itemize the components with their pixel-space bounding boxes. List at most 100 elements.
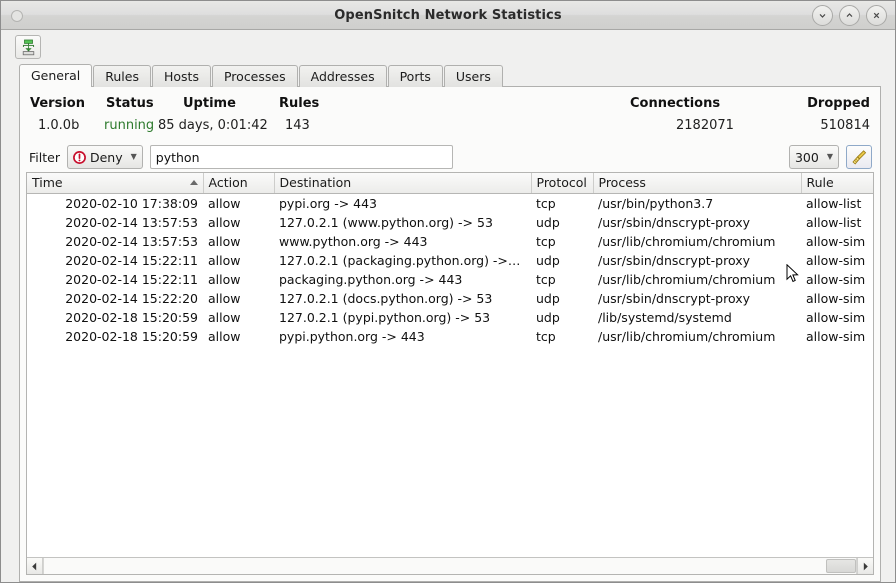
tab-rules[interactable]: Rules [93,65,151,87]
row-limit-select[interactable]: 300 ▼ [788,145,839,169]
dropped-value: 510814 [820,118,870,133]
tab-general[interactable]: General [19,64,93,87]
tab-hosts-label: Hosts [164,69,199,84]
cell-time: 2020-02-14 13:57:53 [65,233,198,249]
cell-action: allow [208,271,241,287]
tab-processes-label: Processes [223,69,286,84]
cell-action: allow [208,233,241,249]
cell-protocol: udp [536,290,560,306]
cell-protocol: udp [536,214,560,230]
rules-value: 143 [285,118,310,133]
cell-rule: allow-list [806,195,862,211]
cell-process: /usr/lib/chromium/chromium [598,328,776,344]
cell-action: allow [208,309,241,325]
cell-action: allow [208,290,241,306]
filter-bar: Filter Deny ▼ 300 ▼ [26,142,874,172]
table-row[interactable]: 2020-02-14 13:57:53 allow www.python.org… [27,232,873,251]
column-header-protocol[interactable]: Protocol [531,173,594,194]
tab-rules-label: Rules [105,69,139,84]
deny-icon [73,150,86,164]
cell-protocol: tcp [536,271,556,287]
cell-destination: packaging.python.org -> 443 [279,271,463,287]
cell-destination: www.python.org -> 443 [279,233,428,249]
dropped-header: Dropped [807,96,870,111]
scrollbar-thumb[interactable] [826,559,856,573]
window-menu-icon[interactable] [11,10,23,22]
tab-ports-label: Ports [399,69,431,84]
tab-hosts[interactable]: Hosts [152,65,211,87]
cell-destination: 127.0.2.1 (docs.python.org) -> 53 [279,290,493,306]
table-row[interactable]: 2020-02-18 15:20:59 allow pypi.python.or… [27,327,873,346]
table-row[interactable]: 2020-02-18 15:20:59 allow 127.0.2.1 (pyp… [27,308,873,327]
tab-addresses[interactable]: Addresses [298,65,387,87]
column-header-destination[interactable]: Destination [274,173,532,194]
table-row[interactable]: 2020-02-14 15:22:11 allow 127.0.2.1 (pac… [27,251,873,270]
cell-rule: allow-list [806,214,862,230]
cell-protocol: tcp [536,233,556,249]
close-button[interactable] [866,5,887,26]
cell-action: allow [208,214,241,230]
tab-processes[interactable]: Processes [211,65,298,87]
row-limit-value: 300 [794,149,819,165]
title-bar: OpenSnitch Network Statistics [1,1,895,30]
filter-action-select[interactable]: Deny ▼ [66,145,143,169]
broom-icon [851,149,866,164]
cell-rule: allow-sim [806,271,866,287]
table-row[interactable]: 2020-02-14 13:57:53 allow 127.0.2.1 (www… [27,213,873,232]
cell-destination: pypi.org -> 443 [279,195,378,211]
cell-time: 2020-02-14 13:57:53 [65,214,198,230]
minimize-button[interactable] [812,5,833,26]
cell-protocol: tcp [536,328,556,344]
table-row[interactable]: 2020-02-14 15:22:11 allow packaging.pyth… [27,270,873,289]
cell-rule: allow-sim [806,309,866,325]
sort-ascending-icon [189,180,198,185]
cell-protocol: udp [536,309,560,325]
cell-rule: allow-sim [806,290,866,306]
cell-action: allow [208,252,241,268]
cell-action: allow [208,328,241,344]
toolbar [1,30,895,64]
version-header: Version [30,96,85,111]
cell-time: 2020-02-10 17:38:09 [65,195,198,211]
network-download-icon [22,39,34,55]
cell-destination: pypi.python.org -> 443 [279,328,425,344]
export-connections-button[interactable] [15,35,41,59]
column-header-action[interactable]: Action [203,173,275,194]
column-header-process[interactable]: Process [593,173,802,194]
cell-process: /lib/systemd/systemd [598,309,732,325]
cell-process: /usr/lib/chromium/chromium [598,233,776,249]
tab-addresses-label: Addresses [310,69,375,84]
table-row[interactable]: 2020-02-14 15:22:20 allow 127.0.2.1 (doc… [27,289,873,308]
scroll-left-button[interactable] [27,558,43,574]
tab-ports[interactable]: Ports [387,65,443,87]
tab-users[interactable]: Users [443,65,503,87]
column-header-rule[interactable]: Rule [801,173,873,194]
cell-process: /usr/sbin/dnscrypt-proxy [598,214,751,230]
column-header-time-label: Time [32,175,63,190]
column-header-time[interactable]: Time [27,173,204,194]
horizontal-scrollbar[interactable] [27,557,873,574]
cell-rule: allow-sim [806,252,866,268]
maximize-button[interactable] [839,5,860,26]
general-tab-panel: Version 1.0.0b Status running Uptime 85 … [19,87,881,582]
filter-query-input[interactable] [149,145,453,169]
stats-summary: Version 1.0.0b Status running Uptime 85 … [26,94,874,142]
uptime-value: 85 days, 0:01:42 [158,118,268,133]
cell-time: 2020-02-14 15:22:20 [65,290,198,306]
status-value: running [104,118,155,133]
cell-time: 2020-02-14 15:22:11 [65,271,198,287]
uptime-header: Uptime [183,96,236,111]
column-header-action-label: Action [208,175,248,190]
column-header-protocol-label: Protocol [536,175,587,190]
cell-rule: allow-sim [806,233,866,249]
tab-general-label: General [31,68,81,83]
cell-time: 2020-02-18 15:20:59 [65,328,198,344]
cell-protocol: udp [536,252,560,268]
scrollbar-track[interactable] [43,558,857,574]
connections-table-body: 2020-02-10 17:38:09 allow pypi.org -> 44… [27,194,873,346]
triangle-right-icon [863,562,868,570]
cell-process: /usr/sbin/dnscrypt-proxy [598,252,751,268]
scroll-right-button[interactable] [857,558,873,574]
clear-statistics-button[interactable] [846,145,872,169]
table-row[interactable]: 2020-02-10 17:38:09 allow pypi.org -> 44… [27,194,873,213]
